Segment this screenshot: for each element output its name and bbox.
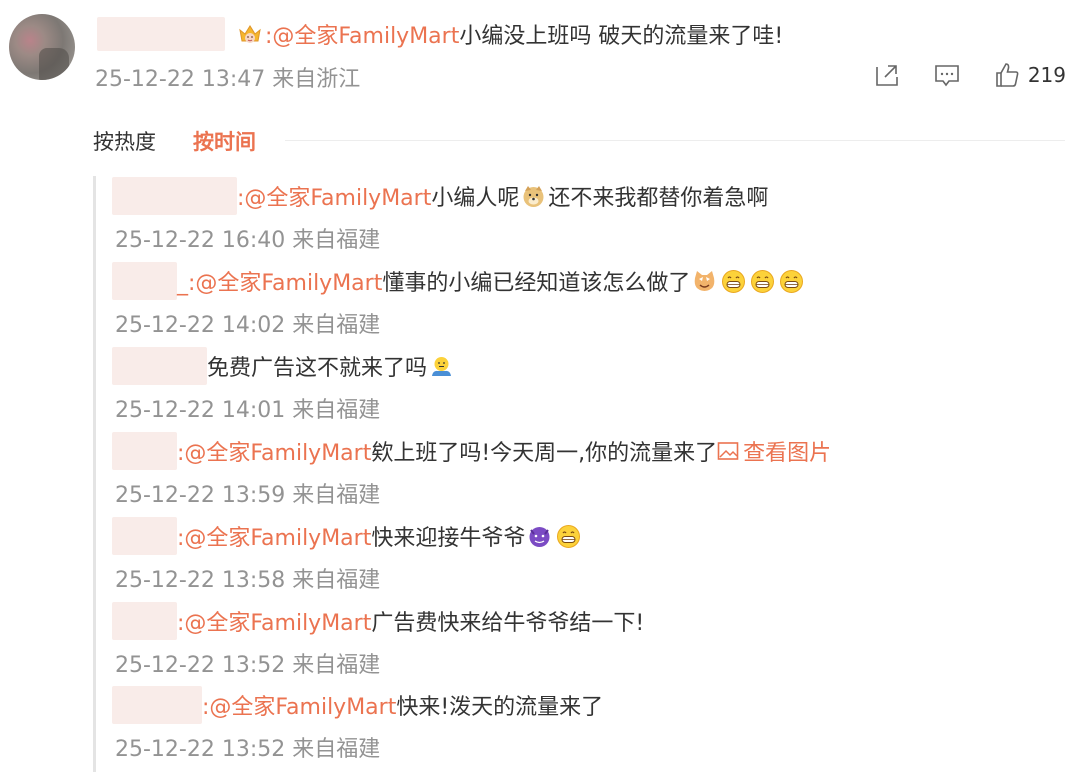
reply-item: :@全家FamilyMart 快来!泼天的流量来了 25-12-22 13:52… [112, 685, 604, 762]
reply-text: 免费广告这不就来了吗 [207, 356, 428, 381]
comment-icon[interactable] [932, 60, 962, 90]
comment-actions: 219 [872, 60, 1066, 90]
username-redacted[interactable] [112, 517, 177, 555]
main-comment-line: :@全家FamilyMart 小编没上班吗 破天的流量来了哇! [97, 16, 783, 52]
mention-link[interactable]: :@全家FamilyMart [177, 605, 371, 637]
doge-emoji-icon [523, 185, 544, 207]
shrug-emoji-icon [432, 356, 452, 376]
sort-tabs: 按热度 按时间 [93, 126, 293, 156]
view-image-link[interactable]: 查看图片 [717, 435, 831, 467]
grin-emoji-icon [722, 269, 746, 293]
reply-item: _:@全家FamilyMart 懂事的小编已经知道该怎么做了 25-12-22 … [112, 261, 806, 338]
mention-link[interactable]: :@全家FamilyMart [177, 520, 371, 552]
reply-text: 欸上班了吗!今天周一,你的流量来了 [371, 441, 718, 466]
reply-item: :@全家FamilyMart 小编人呢 还不来我都替你着急啊 25-12-22 … [112, 176, 769, 253]
reply-meta: 25-12-22 13:58 来自福建 [115, 568, 381, 593]
sort-by-hot-tab[interactable]: 按热度 [93, 126, 156, 156]
comment-thread-page: :@全家FamilyMart 小编没上班吗 破天的流量来了哇! 25-12-22… [0, 0, 1080, 772]
username-redacted[interactable] [97, 17, 225, 51]
crown-icon [239, 25, 261, 43]
reply-item: :@全家FamilyMart 广告费快来给牛爷爷结一下! 25-12-22 13… [112, 601, 645, 678]
divider [285, 140, 1065, 141]
mention-link[interactable]: :@全家FamilyMart [237, 180, 431, 212]
reply-item: :@全家FamilyMart 快来迎接牛爷爷 25-12-22 13:58 来自… [112, 516, 583, 593]
reply-text-continued: 还不来我都替你着急啊 [548, 186, 769, 211]
grin-emoji-icon [557, 524, 581, 548]
reply-meta: 25-12-22 14:02 来自福建 [115, 313, 381, 338]
username-redacted[interactable] [112, 262, 177, 300]
reply-meta: 25-12-22 13:52 来自福建 [115, 737, 381, 762]
like-count: 219 [1027, 63, 1066, 87]
reply-text: 广告费快来给牛爷爷结一下! [371, 611, 645, 636]
reply-text: 快来!泼天的流量来了 [396, 695, 604, 720]
username-redacted[interactable] [112, 432, 177, 470]
reply-meta: 25-12-22 16:40 来自福建 [115, 228, 381, 253]
reply-item: :@全家FamilyMart 欸上班了吗!今天周一,你的流量来了 查看图片 25… [112, 431, 831, 508]
mention-link[interactable]: :@全家FamilyMart [177, 435, 371, 467]
username-redacted[interactable] [112, 347, 207, 385]
comment-meta: 25-12-22 13:47 来自浙江 [95, 67, 361, 92]
comment-text: 小编没上班吗 破天的流量来了哇! [459, 24, 784, 49]
reply-meta: 25-12-22 13:52 来自福建 [115, 653, 381, 678]
mention-link[interactable]: :@全家FamilyMart [202, 689, 396, 721]
devil-emoji-icon [529, 526, 550, 547]
view-image-label: 查看图片 [743, 441, 832, 466]
cat-emoji-icon [695, 270, 715, 291]
reply-text: 快来迎接牛爷爷 [371, 526, 526, 551]
mention-link[interactable]: :@全家FamilyMart [265, 18, 459, 50]
thumbs-up-icon[interactable] [992, 60, 1022, 90]
username-redacted[interactable] [112, 686, 202, 724]
avatar[interactable] [9, 14, 75, 80]
grin-emoji-icon [780, 269, 804, 293]
grin-emoji-icon [751, 269, 775, 293]
username-redacted[interactable] [112, 177, 237, 215]
sort-by-time-tab[interactable]: 按时间 [193, 126, 256, 156]
share-icon[interactable] [872, 60, 902, 90]
reply-meta: 25-12-22 13:59 来自福建 [115, 483, 381, 508]
reply-list: :@全家FamilyMart 小编人呢 还不来我都替你着急啊 25-12-22 … [93, 176, 1066, 772]
image-icon [717, 442, 739, 460]
username-redacted[interactable] [112, 602, 177, 640]
mention-link[interactable]: _:@全家FamilyMart [177, 265, 382, 297]
reply-text: 懂事的小编已经知道该怎么做了 [382, 271, 691, 296]
reply-meta: 25-12-22 14:01 来自福建 [115, 398, 381, 423]
reply-item: 免费广告这不就来了吗 25-12-22 14:01 来自福建 [112, 346, 456, 423]
reply-text: 小编人呢 [431, 186, 520, 211]
